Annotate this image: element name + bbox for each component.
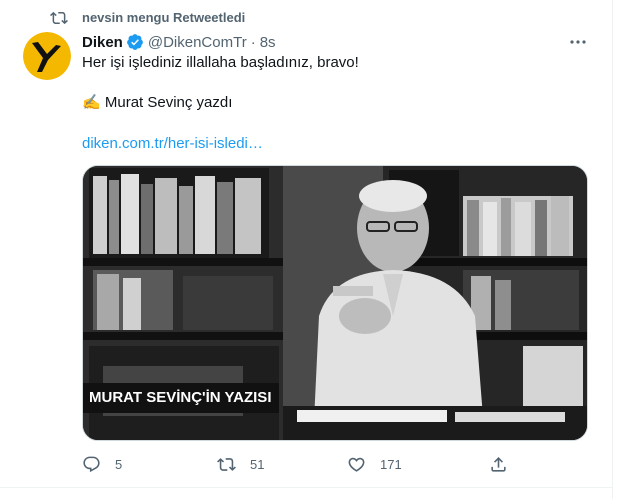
verified-badge-icon — [126, 34, 143, 50]
media-caption: MURAT SEVİNÇ'İN YAZISI — [83, 383, 280, 413]
retweeted-by-label[interactable]: nevsin mengu Retweetledi — [82, 10, 245, 25]
writing-hand-emoji-icon: ✍️ — [82, 94, 101, 111]
media-image[interactable]: MURAT SEVİNÇ'İN YAZISI — [82, 165, 588, 441]
retweet-button[interactable]: 51 — [217, 454, 264, 474]
more-options-icon[interactable] — [567, 32, 589, 52]
timeline-border — [612, 0, 613, 499]
tweet-time[interactable]: 8s — [260, 34, 276, 51]
tweet-actions: 5 51 171 — [82, 454, 522, 474]
reply-icon — [83, 456, 100, 472]
tweet-link[interactable]: diken.com.tr/her-isi-isledi… — [82, 134, 263, 154]
tweet-text-line: ✍️ Murat Sevinç yazdı — [82, 93, 232, 113]
tweet-text-line: Her işi işlediniz illallaha başladınız, … — [82, 54, 359, 71]
avatar[interactable] — [23, 32, 71, 80]
author-handle[interactable]: @DikenComTr — [148, 34, 247, 51]
share-button[interactable] — [489, 454, 508, 474]
heart-icon — [348, 457, 365, 472]
retweet-context[interactable]: nevsin mengu Retweetledi — [50, 9, 245, 27]
next-tweet-peek — [50, 491, 250, 499]
retweet-icon — [217, 457, 236, 471]
retweet-count: 51 — [250, 456, 265, 472]
share-icon — [491, 456, 506, 472]
reply-count: 5 — [115, 456, 123, 472]
tweet-header: Diken @DikenComTr · 8s — [82, 32, 276, 52]
tweet-text-author: Murat Sevinç yazdı — [104, 94, 233, 111]
diken-logo-icon — [23, 32, 71, 80]
retweet-icon — [50, 11, 68, 25]
reply-button[interactable]: 5 — [82, 454, 122, 474]
like-button[interactable]: 171 — [347, 454, 402, 474]
like-count: 171 — [380, 456, 402, 472]
author-name[interactable]: Diken — [82, 34, 123, 51]
separator-dot: · — [250, 33, 256, 51]
tweet-card[interactable]: nevsin mengu Retweetledi Diken @DikenCom… — [0, 0, 612, 488]
